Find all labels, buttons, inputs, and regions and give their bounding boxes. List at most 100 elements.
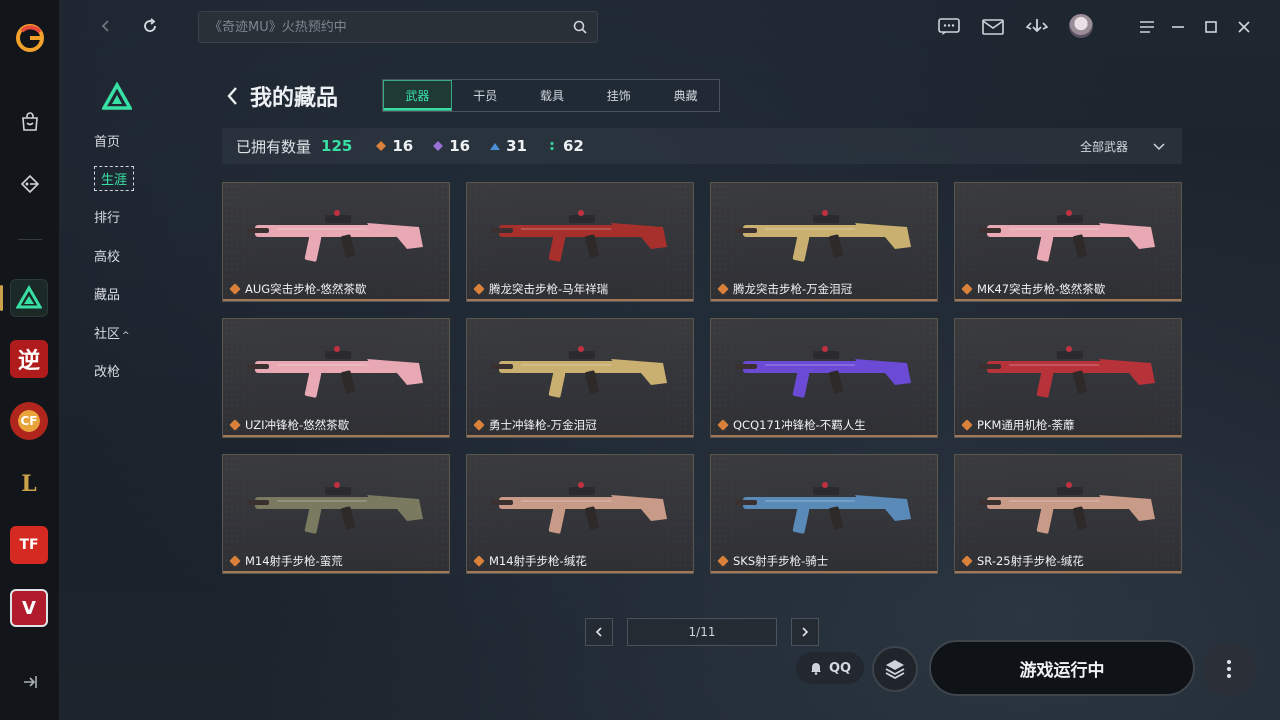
filter-label: 全部武器 — [1079, 139, 1128, 154]
rarity-gem-icon — [229, 419, 241, 431]
rarity-gem-icon — [473, 555, 485, 567]
weapon-name-text: MK47突击步枪-悠然茶歇 — [977, 282, 1106, 296]
weapon-image — [979, 210, 1155, 262]
mail-icon[interactable] — [981, 15, 1005, 39]
subnav-career[interactable]: 生涯 — [94, 166, 135, 191]
weapon-card[interactable]: PKM通用机枪-荼蘼 — [954, 318, 1182, 438]
weapon-name: UZI冲锋枪-悠然茶歇 — [229, 417, 350, 433]
weapon-card[interactable]: M14射手步枪-缄花 — [466, 454, 694, 574]
cf-game[interactable]: CF — [10, 402, 48, 440]
collapse-sidebar-icon[interactable] — [16, 668, 44, 696]
weapon-card[interactable]: SKS射手步枪-骑士 — [710, 454, 938, 574]
client-logo-icon[interactable] — [14, 22, 46, 54]
chevron-left-icon — [595, 627, 602, 637]
tier-purple-stat: 16 — [433, 137, 470, 155]
weapon-name: PKM通用机枪-荼蘼 — [961, 417, 1075, 433]
chat-icon[interactable] — [937, 15, 961, 39]
weapon-name-text: SR-25射手步枪-缄花 — [977, 554, 1084, 568]
prev-page-button[interactable] — [585, 618, 613, 646]
weapon-card[interactable]: UZI冲锋枪-悠然茶歇 — [222, 318, 450, 438]
weapon-name: 腾龙突击步枪-马年祥瑞 — [473, 281, 609, 297]
weapon-image — [247, 210, 423, 262]
owned-count-label: 已拥有数量 — [236, 137, 312, 156]
tf-game[interactable]: TF — [10, 526, 48, 564]
subnav-home[interactable]: 首页 — [94, 131, 120, 150]
nz-game[interactable]: 逆 — [10, 340, 48, 378]
page-back-icon[interactable] — [224, 84, 242, 108]
more-options-button[interactable] — [1202, 642, 1256, 696]
refresh-button[interactable] — [138, 14, 162, 38]
weapon-card[interactable]: MK47突击步枪-悠然茶歇 — [954, 182, 1182, 302]
rarity-gem-icon — [961, 283, 973, 295]
weapon-card[interactable]: AUG突击步枪-悠然茶歇 — [222, 182, 450, 302]
search-icon[interactable] — [573, 20, 587, 34]
back-button[interactable] — [94, 14, 118, 38]
lol-game[interactable]: L — [10, 465, 48, 503]
subnav-community-label: 社区 — [94, 327, 121, 342]
user-avatar[interactable] — [1069, 14, 1093, 38]
next-page-button[interactable] — [791, 618, 819, 646]
subnav-collection[interactable]: 藏品 — [94, 284, 120, 303]
green-gem-icon — [550, 141, 554, 151]
weapon-name: 腾龙突击步枪-万金泪冠 — [717, 281, 852, 297]
orange-gem-icon — [376, 141, 387, 151]
maximize-icon[interactable] — [1199, 15, 1223, 39]
subnav-college[interactable]: 高校 — [94, 246, 120, 265]
tier-blue-stat: 31 — [490, 137, 527, 155]
shop-bag-icon[interactable] — [16, 108, 44, 136]
weapon-card[interactable]: SR-25射手步枪-缄花 — [954, 454, 1182, 574]
weapon-card[interactable]: 腾龙突击步枪-马年祥瑞 — [466, 182, 694, 302]
tier-blue-count: 31 — [506, 137, 527, 155]
weapon-image — [247, 346, 423, 398]
tab-collection[interactable]: 典藏 — [652, 80, 719, 111]
qq-notification-button[interactable]: QQ — [796, 652, 864, 684]
minimize-icon[interactable] — [1166, 15, 1190, 39]
tab-weapons[interactable]: 武器 — [383, 80, 452, 111]
weapon-filter-dropdown[interactable]: 全部武器 — [1080, 128, 1166, 164]
qq-label: QQ — [828, 660, 852, 676]
valorant-game[interactable]: V — [10, 589, 48, 627]
close-icon[interactable] — [1232, 15, 1256, 39]
search-input[interactable] — [209, 19, 573, 35]
subnav-community[interactable]: 社区 ^ — [94, 323, 130, 342]
page-indicator: 1/11 — [627, 618, 777, 646]
weapon-name-text: M14射手步枪-蛮荒 — [245, 554, 343, 568]
game-center-icon[interactable] — [16, 170, 44, 198]
weapon-name: M14射手步枪-缄花 — [473, 553, 587, 569]
menu-icon[interactable] — [1135, 15, 1159, 39]
subnav-gun-mod[interactable]: 改枪 — [94, 361, 120, 380]
weapon-card[interactable]: 勇士冲锋枪-万金泪冠 — [466, 318, 694, 438]
weapon-name-text: QCQ171冲锋枪-不羁人生 — [733, 418, 866, 432]
weapon-card[interactable]: 腾龙突击步枪-万金泪冠 — [710, 182, 938, 302]
rarity-gem-icon — [961, 419, 973, 431]
weapon-card[interactable]: M14射手步枪-蛮荒 — [222, 454, 450, 574]
tier-orange-stat: 16 — [376, 137, 413, 155]
rarity-gem-icon — [229, 283, 241, 295]
rarity-gem-icon — [717, 419, 729, 431]
bell-icon — [810, 663, 821, 675]
layers-button[interactable] — [872, 646, 918, 692]
weapon-name: M14射手步枪-蛮荒 — [229, 553, 343, 569]
refresh-icon — [144, 18, 156, 32]
weapon-image — [491, 210, 667, 262]
weapon-name-text: 腾龙突击步枪-马年祥瑞 — [489, 282, 609, 296]
tier-purple-count: 16 — [449, 137, 471, 155]
layers-icon — [885, 660, 905, 680]
pubg-brand-icon — [102, 82, 132, 110]
tab-operators[interactable]: 干员 — [452, 80, 519, 111]
game-running-button[interactable]: 游戏运行中 — [929, 640, 1195, 696]
search-bar[interactable] — [198, 11, 598, 43]
weapon-card[interactable]: QCQ171冲锋枪-不羁人生 — [710, 318, 938, 438]
weapon-image — [735, 346, 911, 398]
tab-vehicles[interactable]: 载具 — [519, 80, 586, 111]
tier-green-count: 62 — [562, 137, 584, 155]
pubg-game[interactable] — [10, 279, 48, 317]
tab-charms[interactable]: 挂饰 — [585, 80, 652, 111]
subnav-ranking[interactable]: 排行 — [94, 207, 120, 226]
page-title: 我的藏品 — [250, 86, 339, 111]
download-icon[interactable] — [1025, 15, 1049, 39]
category-tabs: 武器 干员 载具 挂饰 典藏 — [382, 79, 720, 112]
chevron-right-icon — [802, 627, 809, 637]
ownership-stats-bar: 已拥有数量 125 16 16 31 62 全部武器 — [222, 128, 1182, 164]
weapon-name-text: UZI冲锋枪-悠然茶歇 — [245, 418, 350, 432]
